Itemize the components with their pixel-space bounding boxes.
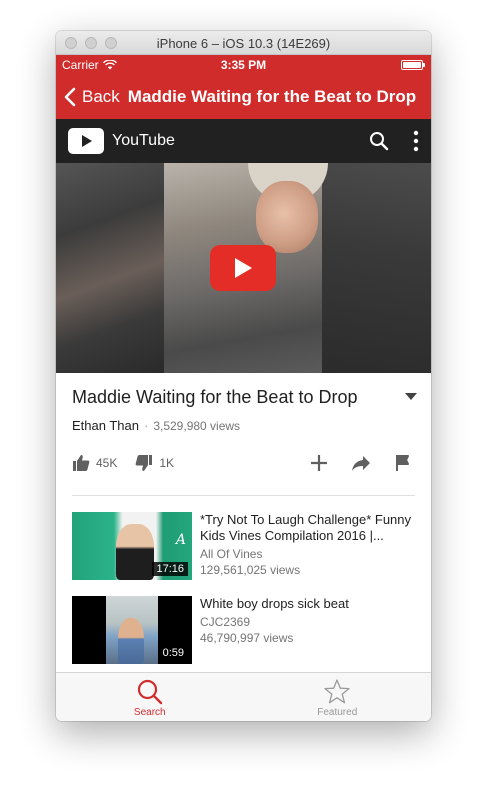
related-video-title: White boy drops sick beat xyxy=(200,596,349,611)
back-label: Back xyxy=(82,87,120,106)
window-titlebar: iPhone 6 – iOS 10.3 (14E269) xyxy=(56,31,431,55)
channel-name[interactable]: Ethan Than xyxy=(72,418,139,433)
video-title: Maddie Waiting for the Beat to Drop xyxy=(72,387,358,407)
flag-icon[interactable] xyxy=(393,453,413,473)
view-count: 3,529,980 views xyxy=(153,418,241,433)
search-icon xyxy=(137,679,162,705)
related-video-title: *Try Not To Laugh Challenge* Funny Kids … xyxy=(200,512,412,543)
thumbs-down-icon xyxy=(135,455,153,471)
play-icon xyxy=(235,258,252,278)
youtube-header: YouTube xyxy=(56,119,431,163)
share-icon[interactable] xyxy=(351,453,371,473)
related-video-item[interactable]: 0:59 White boy drops sick beat CJC2369 4… xyxy=(72,596,415,664)
thumbnail-boy xyxy=(118,618,144,664)
video-thumbnail-face xyxy=(256,181,318,253)
video-actions: 45K 1K xyxy=(72,451,415,475)
video-thumbnail-left xyxy=(56,163,164,373)
add-to-playlist-icon[interactable] xyxy=(309,453,329,473)
nav-title: Maddie Waiting for the Beat to Drop xyxy=(127,87,417,106)
like-count: 45K xyxy=(96,456,118,470)
status-bar: Carrier 3:35 PM xyxy=(56,55,431,75)
battery-icon xyxy=(401,60,425,70)
related-video-item[interactable]: A 17:16 *Try Not To Laugh Challenge* Fun… xyxy=(72,512,415,580)
tab-featured[interactable]: Featured xyxy=(244,673,432,721)
tab-label: Featured xyxy=(317,707,358,718)
more-vertical-icon[interactable] xyxy=(413,130,419,152)
related-video-info: *Try Not To Laugh Challenge* Funny Kids … xyxy=(200,512,415,580)
expand-caret-icon[interactable] xyxy=(405,393,417,401)
video-player[interactable] xyxy=(56,163,431,373)
tab-label: Search xyxy=(133,707,166,718)
youtube-brand: YouTube xyxy=(112,132,175,149)
video-info: Maddie Waiting for the Beat to Drop Etha… xyxy=(56,373,431,496)
video-duration: 17:16 xyxy=(152,562,188,576)
tab-search[interactable]: Search xyxy=(56,673,244,721)
search-icon[interactable] xyxy=(369,131,389,151)
video-thumbnail-right xyxy=(322,163,431,373)
video-secondary-actions xyxy=(309,453,413,473)
related-video-thumbnail[interactable]: A 17:16 xyxy=(72,512,192,580)
tab-bar: Search Featured xyxy=(56,672,431,721)
play-button[interactable] xyxy=(210,245,276,291)
back-button[interactable]: Back xyxy=(64,87,120,107)
navigation-bar: Back Maddie Waiting for the Beat to Drop xyxy=(56,75,431,119)
related-video-channel: All Of Vines xyxy=(200,547,263,561)
thumbs-up-icon xyxy=(73,455,90,471)
like-button[interactable]: 45K xyxy=(72,454,117,472)
star-icon xyxy=(324,679,350,704)
section-divider xyxy=(72,495,415,496)
thumbnail-kid xyxy=(116,524,154,580)
related-video-channel: CJC2369 xyxy=(200,615,251,629)
dislike-count: 1K xyxy=(159,456,175,470)
related-video-views: 46,790,997 views xyxy=(200,631,294,645)
related-video-info: White boy drops sick beat CJC2369 46,790… xyxy=(200,596,349,664)
chevron-left-icon xyxy=(64,87,76,107)
status-time: 3:35 PM xyxy=(220,58,267,72)
vine-logo-icon: A xyxy=(175,532,186,548)
youtube-logo-icon[interactable] xyxy=(68,128,104,154)
related-video-views: 129,561,025 views xyxy=(200,563,301,577)
related-video-thumbnail[interactable]: 0:59 xyxy=(72,596,192,664)
related-videos-list: A 17:16 *Try Not To Laugh Challenge* Fun… xyxy=(56,512,431,664)
video-meta: Ethan Than · 3,529,980 views xyxy=(72,418,415,433)
meta-separator: · xyxy=(143,418,149,433)
window-title: iPhone 6 – iOS 10.3 (14E269) xyxy=(156,36,331,51)
dislike-button[interactable]: 1K xyxy=(135,454,174,472)
simulator-window: iPhone 6 – iOS 10.3 (14E269) Carrier 3:3… xyxy=(56,31,431,721)
video-duration: 0:59 xyxy=(158,646,188,660)
